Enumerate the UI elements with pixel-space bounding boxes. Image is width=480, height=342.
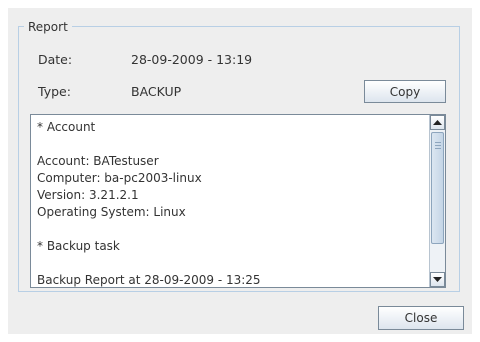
vertical-scrollbar[interactable] bbox=[429, 115, 445, 287]
copy-button-label: Copy bbox=[389, 84, 421, 99]
close-button[interactable]: Close bbox=[378, 306, 464, 330]
report-text-line: * Backup task bbox=[37, 239, 120, 253]
report-text-line: Account: BATestuser bbox=[37, 154, 159, 168]
report-text-area[interactable]: * Account Account: BATestuser Computer: ba… bbox=[30, 114, 446, 288]
scrollbar-thumb[interactable] bbox=[431, 132, 444, 244]
arrow-down-icon bbox=[433, 276, 442, 282]
report-group-title: Report bbox=[24, 21, 72, 33]
copy-button[interactable]: Copy bbox=[364, 80, 446, 103]
type-value: BACKUP bbox=[131, 84, 182, 99]
scroll-down-button[interactable] bbox=[430, 272, 445, 287]
report-text-line: Version: 3.21.2.1 bbox=[37, 188, 139, 202]
report-text-line bbox=[37, 221, 425, 238]
report-text-line bbox=[37, 136, 425, 153]
arrow-up-icon bbox=[433, 119, 442, 125]
date-value: 28-09-2009 - 13:19 bbox=[131, 52, 253, 67]
report-text-line: Operating System: Linux bbox=[37, 205, 186, 219]
report-text-line: Backup Report at 28-09-2009 - 13:25 bbox=[37, 273, 261, 287]
report-text-line: Computer: ba-pc2003-linux bbox=[37, 171, 202, 185]
report-text-line bbox=[37, 255, 425, 272]
date-label: Date: bbox=[38, 52, 73, 67]
report-text-content[interactable]: * Account Account: BATestuser Computer: ba… bbox=[37, 119, 425, 289]
report-text-line: * Account bbox=[37, 120, 96, 134]
type-label: Type: bbox=[38, 84, 71, 99]
scroll-up-button[interactable] bbox=[430, 115, 445, 130]
close-button-label: Close bbox=[404, 311, 438, 325]
